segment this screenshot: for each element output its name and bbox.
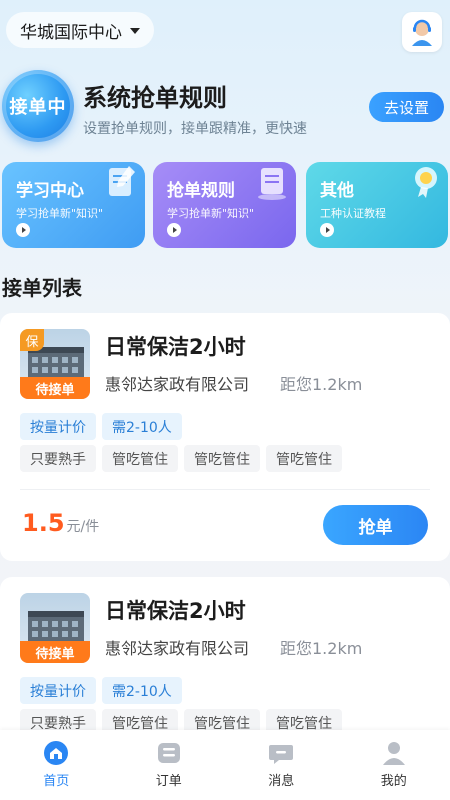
- tab-label: 首页: [43, 774, 70, 789]
- feature-card-other[interactable]: 其他 工种认证教程: [306, 162, 448, 248]
- feature-cards: 学习中心 学习抢单新"知识" 抢单规则 学习抢单新"知识" 其他 工种认证教程: [0, 162, 450, 250]
- arrow-right-icon: [320, 223, 334, 237]
- tab-profile[interactable]: 我的: [338, 730, 450, 800]
- order-distance: 距您1.2km: [280, 375, 363, 394]
- tag: 按量计价: [20, 677, 96, 704]
- tag: 需2-10人: [102, 677, 182, 704]
- profile-icon: [382, 742, 405, 765]
- price-unit: 元/件: [66, 519, 100, 535]
- guarantee-badge: 保: [20, 329, 44, 351]
- status-badge: 待接单: [20, 641, 90, 663]
- location-selector[interactable]: 华城国际中心: [6, 12, 154, 48]
- feature-card-learning-center[interactable]: 学习中心 学习抢单新"知识": [2, 162, 145, 248]
- tab-home[interactable]: 首页: [0, 730, 113, 800]
- order-price: 1.5 元/件: [22, 509, 99, 537]
- order-list-title: 接单列表: [2, 276, 82, 300]
- order-title: 日常保洁2小时: [105, 599, 246, 623]
- order-card[interactable]: 保 待接单 日常保洁2小时 惠邻达家政有限公司 距您1.2km 按量计价 需2-…: [0, 313, 450, 561]
- price-value: 1.5: [22, 509, 65, 537]
- caret-down-icon: [130, 28, 140, 34]
- home-icon: [44, 741, 69, 765]
- certificate-icon: [415, 167, 437, 198]
- secondary-tags: 只要熟手 管吃管住 管吃管住 管吃管住: [20, 445, 342, 472]
- order-title: 日常保洁2小时: [105, 335, 246, 359]
- feature-subtitle: 学习抢单新"知识": [167, 207, 255, 220]
- tab-messages[interactable]: 消息: [225, 730, 338, 800]
- bottom-tab-bar: 首页 订单 消息 我的: [0, 730, 450, 800]
- tag: 管吃管住: [266, 445, 342, 472]
- headset-icon: [412, 19, 432, 46]
- taking-orders-badge: 接单中: [2, 70, 74, 142]
- message-icon: [269, 745, 294, 764]
- tag: 需2-10人: [102, 413, 182, 440]
- document-icon: [258, 168, 286, 200]
- banner-title: 系统抢单规则: [83, 84, 227, 112]
- customer-service-avatar[interactable]: [402, 12, 442, 52]
- notebook-icon: [109, 166, 135, 196]
- order-thumbnail: 保 待接单: [20, 329, 90, 399]
- status-badge: 待接单: [20, 377, 90, 399]
- tag: 管吃管住: [102, 445, 178, 472]
- feature-card-grab-rules[interactable]: 抢单规则 学习抢单新"知识": [153, 162, 296, 248]
- tag: 按量计价: [20, 413, 96, 440]
- order-thumbnail: 待接单: [20, 593, 90, 663]
- tag: 管吃管住: [184, 445, 260, 472]
- setup-button[interactable]: 去设置: [369, 92, 444, 122]
- tab-label: 消息: [268, 774, 295, 789]
- top-bar: 华城国际中心: [6, 12, 444, 52]
- arrow-right-icon: [16, 223, 30, 237]
- tab-label: 我的: [380, 774, 407, 789]
- tab-label: 订单: [155, 774, 182, 789]
- arrow-right-icon: [167, 223, 181, 237]
- primary-tags: 按量计价 需2-10人: [20, 677, 182, 704]
- feature-subtitle: 工种认证教程: [320, 207, 386, 220]
- primary-tags: 按量计价 需2-10人: [20, 413, 182, 440]
- orders-icon: [157, 743, 180, 763]
- tag: 只要熟手: [20, 445, 96, 472]
- divider: [20, 489, 430, 490]
- order-distance: 距您1.2km: [280, 639, 363, 658]
- badge-label: 接单中: [9, 97, 67, 118]
- tab-orders[interactable]: 订单: [113, 730, 226, 800]
- feature-subtitle: 学习抢单新"知识": [16, 207, 104, 220]
- banner-subtitle: 设置抢单规则，接单跟精准，更快速: [83, 121, 307, 137]
- order-company: 惠邻达家政有限公司: [105, 375, 250, 394]
- location-label: 华城国际中心: [20, 22, 122, 43]
- grab-order-button[interactable]: 抢单: [323, 505, 428, 545]
- order-company: 惠邻达家政有限公司: [105, 639, 250, 658]
